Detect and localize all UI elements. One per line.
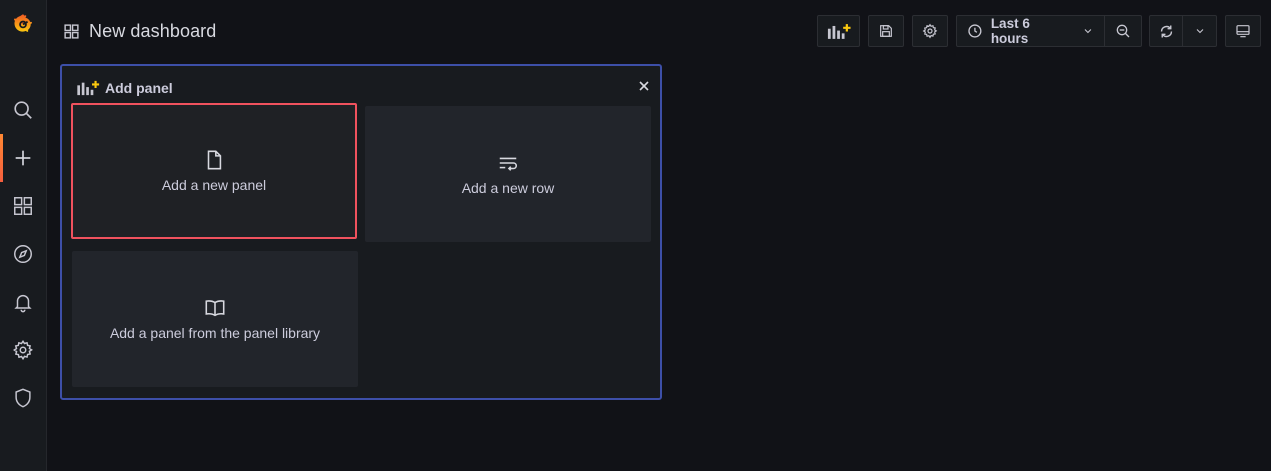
close-button[interactable] — [637, 79, 651, 93]
add-panel-button[interactable] — [817, 15, 860, 47]
compass-icon — [14, 245, 32, 263]
add-panel-header: Add panel — [76, 78, 173, 98]
gear-icon — [12, 339, 33, 361]
add-new-row-label: Add a new row — [461, 180, 555, 196]
dashboards-icon — [14, 197, 32, 215]
sidebar-item-configuration[interactable] — [0, 326, 46, 374]
wrap-text-icon — [499, 157, 517, 171]
view-mode-button[interactable] — [1225, 15, 1261, 47]
sidebar — [0, 0, 47, 471]
book-open-icon — [205, 300, 225, 317]
zoom-out-icon — [1116, 24, 1130, 38]
shield-icon — [15, 388, 31, 408]
save-dashboard-button[interactable] — [868, 15, 904, 47]
sidebar-item-alerting[interactable] — [0, 278, 46, 326]
chevron-down-icon — [1084, 29, 1092, 34]
add-library-panel-button[interactable]: Add a panel from the panel library — [72, 251, 358, 387]
clock-icon — [968, 24, 982, 38]
add-new-row-button[interactable]: Add a new row — [365, 106, 651, 242]
chevron-down-icon — [1196, 29, 1203, 34]
grafana-logo[interactable] — [0, 0, 46, 48]
file-icon — [207, 150, 222, 170]
sidebar-item-dashboards[interactable] — [0, 182, 46, 230]
gear-icon — [922, 23, 938, 39]
add-panel-widget: Add panel Add a new panel Add a new row … — [60, 64, 662, 400]
refresh-button[interactable] — [1149, 15, 1183, 47]
sidebar-item-explore[interactable] — [0, 230, 46, 278]
bell-icon — [14, 294, 32, 313]
sidebar-item-create[interactable] — [0, 134, 46, 182]
refresh-icon — [1160, 24, 1172, 38]
plus-icon — [15, 150, 31, 166]
dashboards-icon — [64, 23, 79, 39]
dashboard-title[interactable]: New dashboard — [63, 19, 216, 43]
add-panel-icon — [77, 80, 100, 96]
refresh-interval-dropdown[interactable] — [1183, 15, 1217, 47]
add-library-panel-label: Add a panel from the panel library — [109, 325, 321, 341]
sidebar-item-search[interactable] — [0, 86, 46, 134]
time-range-picker: Last 6 hours — [956, 15, 1142, 47]
close-icon — [639, 81, 649, 91]
add-panel-icon — [827, 23, 851, 39]
time-range-label: Last 6 hours — [990, 16, 1030, 46]
top-bar: New dashboard Last 6 hours — [47, 0, 1271, 62]
grafana-logo-icon — [14, 14, 33, 32]
sidebar-item-server-admin[interactable] — [0, 374, 46, 422]
monitor-icon — [1236, 25, 1250, 38]
add-new-panel-label: Add a new panel — [161, 177, 267, 193]
dashboard-settings-button[interactable] — [912, 15, 948, 47]
zoom-out-button[interactable] — [1105, 15, 1142, 47]
refresh-picker — [1149, 15, 1217, 47]
add-panel-title: Add panel — [105, 80, 173, 96]
page-title[interactable]: New dashboard — [89, 21, 216, 42]
time-range-button[interactable]: Last 6 hours — [956, 15, 1105, 47]
save-icon — [880, 25, 892, 37]
add-new-panel-button[interactable]: Add a new panel — [71, 103, 357, 239]
search-icon — [14, 101, 32, 119]
